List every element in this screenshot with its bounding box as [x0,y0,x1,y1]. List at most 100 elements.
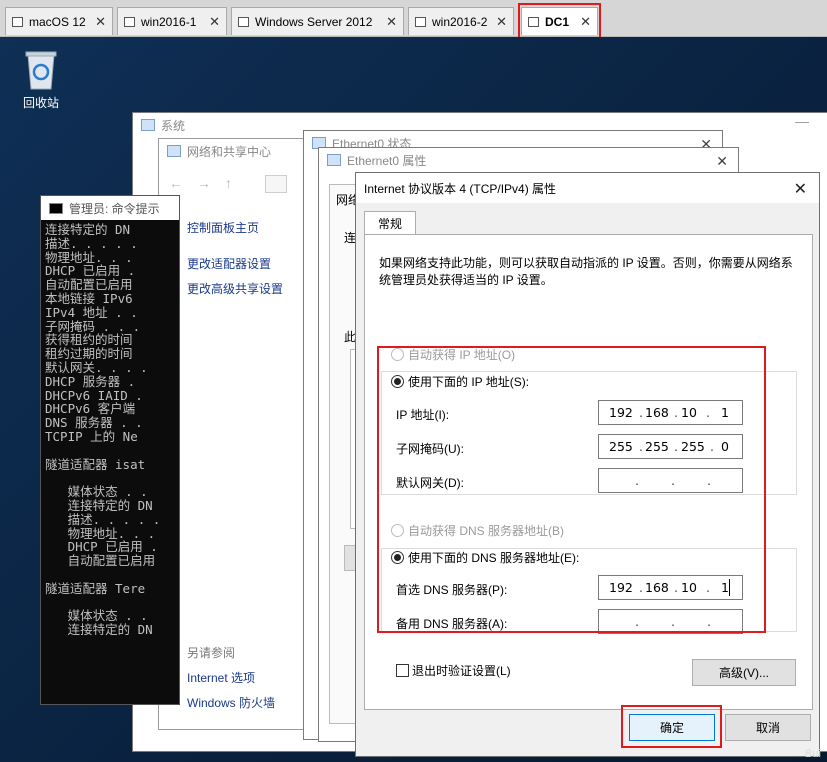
vm-icon [238,16,249,27]
octet-dot: . [674,580,678,595]
radio-circle [391,551,404,564]
description-text: 如果网络支持此功能，则可以获取自动指派的 IP 设置。否则，你需要从网络系统管理… [379,256,793,287]
octet: 1 [721,580,729,595]
checkbox-box [396,664,409,677]
recycle-bin-label: 回收站 [22,96,59,110]
validate-on-exit-checkbox[interactable]: 退出时验证设置(L) [396,662,511,679]
checkbox-label: 退出时验证设置(L) [412,664,511,678]
octet-dot: . [671,614,675,629]
octet-dot: . [707,614,711,629]
recycle-bin-icon[interactable] [22,47,60,91]
octet: 255 [645,439,669,454]
network-icon [167,145,181,157]
cmd-output: 连接特定的 DN 描述. . . . . 物理地址. . . DHCP 已启用 … [45,222,161,638]
octet-dot: . [674,405,678,420]
octet: 10 [681,405,697,420]
text-cursor [729,579,730,596]
close-icon[interactable]: ✕ [89,14,106,30]
windows-firewall-link[interactable]: Windows 防火墙 [187,694,275,711]
auto-ip-radio[interactable]: 自动获得 IP 地址(O) [391,346,515,363]
network-center-titlebar: 网络和共享中心 [159,139,327,163]
octet-dot: . [710,439,714,454]
octet-dot: . [639,580,643,595]
change-sharing-settings-link[interactable]: 更改高级共享设置 [187,280,283,297]
octet: 192 [609,405,633,420]
close-icon[interactable]: ✕ [203,14,220,30]
tab-windows-server-2012[interactable]: Windows Server 2012 ✕ [231,7,404,35]
alternate-dns-field[interactable]: . . . [598,609,743,634]
system-icon [141,119,155,131]
tab-win2016-1[interactable]: win2016-1 ✕ [117,7,227,35]
window-title: 管理员: 命令提示 [69,201,160,216]
octet: 255 [609,439,633,454]
octet-dot: . [635,473,639,488]
octet-dot: . [674,439,678,454]
radio-label: 使用下面的 IP 地址(S): [408,375,530,389]
advanced-button[interactable]: 高级(V)... [692,659,796,686]
cmd-icon [49,202,63,214]
vm-tab-bar: macOS 12 ✕ win2016-1 ✕ Windows Server 2012… [0,0,827,37]
nav-arrows[interactable]: ←→↑ [169,175,246,191]
network-breadcrumb-icon[interactable] [265,175,287,193]
octet: 168 [645,580,669,595]
tab-macos12[interactable]: macOS 12 ✕ [5,7,113,35]
tab-label: win2016-1 [141,14,197,29]
close-icon[interactable]: ✕ [380,14,397,30]
radio-label: 自动获得 IP 地址(O) [408,348,516,362]
octet-dot: . [707,473,711,488]
octet: 168 [645,405,669,420]
close-icon[interactable]: ✕ [794,179,807,199]
minimize-icon[interactable]: — [795,113,809,129]
close-icon[interactable]: ✕ [716,153,728,170]
control-panel-home-link[interactable]: 控制面板主页 [187,219,259,236]
octet: 0 [721,439,729,454]
ethernet-props-titlebar: Ethernet0 属性 [319,148,738,172]
close-icon[interactable]: ✕ [490,14,507,30]
tab-label: Windows Server 2012 [255,14,373,29]
radio-circle [391,375,404,388]
ip-address-label: IP 地址(I): [396,408,450,422]
default-gateway-label: 默认网关(D): [396,476,464,490]
auto-dns-radio[interactable]: 自动获得 DNS 服务器地址(B) [391,522,564,539]
window-title: Ethernet0 属性 [347,153,427,168]
manual-dns-radio[interactable]: 使用下面的 DNS 服务器地址(E): [391,549,584,566]
vm-icon [124,16,135,27]
octet: 10 [681,580,697,595]
ip-address-field[interactable]: 192. 168. 10. 1 [598,400,743,425]
see-also-heading: 另请参阅 [187,646,236,660]
adapter-icon [327,154,341,166]
tab-general[interactable]: 常规 [364,211,416,235]
vm-icon [12,16,23,27]
window-title: 系统 [161,118,186,133]
ipv4-titlebar: Internet 协议版本 4 (TCP/IPv4) 属性 ✕ [356,173,819,203]
octet-dot: . [639,439,643,454]
radio-circle [391,348,404,361]
cmd-titlebar: 管理员: 命令提示 [41,196,179,220]
octet-dot: . [706,405,710,420]
subnet-mask-label: 子网掩码(U): [396,442,464,456]
change-adapter-settings-link[interactable]: 更改适配器设置 [187,255,271,272]
octet: 255 [681,439,705,454]
ipv4-properties-dialog: Internet 协议版本 4 (TCP/IPv4) 属性 ✕ 常规 如果网络支… [355,172,820,757]
command-prompt-window: 管理员: 命令提示 连接特定的 DN 描述. . . . . 物理地址. . .… [40,195,180,705]
ok-button[interactable]: 确定 [629,714,715,741]
radio-label: 使用下面的 DNS 服务器地址(E): [408,551,580,565]
octet: 192 [609,580,633,595]
tab-label: win2016-2 [432,14,488,29]
tab-win2016-2[interactable]: win2016-2 ✕ [408,7,514,35]
preferred-dns-field[interactable]: 192. 168. 10. 1 [598,575,743,600]
octet: 1 [721,405,729,420]
close-icon[interactable]: ✕ [574,14,591,30]
vm-icon [415,16,426,27]
tab-label: macOS 12 [29,14,86,29]
cancel-button[interactable]: 取消 [725,714,811,741]
dialog-title: Internet 协议版本 4 (TCP/IPv4) 属性 [364,181,557,196]
tab-label: DC1 [545,14,570,29]
tab-dc1[interactable]: DC1 ✕ [521,7,598,35]
octet-dot: . [635,614,639,629]
subnet-mask-field[interactable]: 255. 255. 255. 0 [598,434,743,459]
octet-dot: . [639,405,643,420]
default-gateway-field[interactable]: . . . [598,468,743,493]
manual-ip-radio[interactable]: 使用下面的 IP 地址(S): [391,373,534,390]
internet-options-link[interactable]: Internet 选项 [187,669,255,686]
